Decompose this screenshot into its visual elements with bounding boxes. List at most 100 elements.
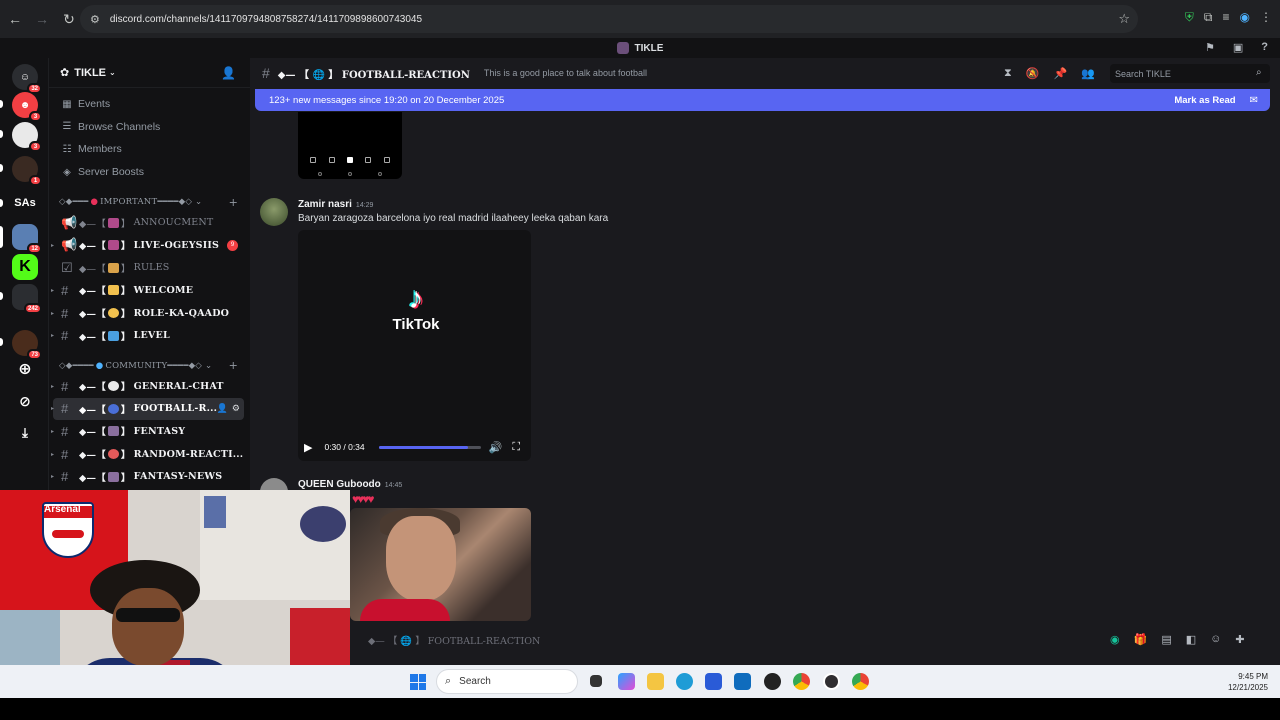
menu-members[interactable]: ☷ Members [49, 138, 250, 161]
author-name[interactable]: Zamir nasri [298, 199, 352, 210]
channel-random-reaction[interactable]: ▸ # ◆—【 】 RANDOM-REACTI... [51, 443, 244, 466]
apps-icon[interactable]: ✚ [1235, 633, 1244, 646]
menu-browse-channels[interactable]: ☰ Browse Channels [49, 116, 250, 139]
address-bar[interactable]: ⚙ discord.com/channels/14117097948087582… [80, 5, 1138, 33]
add-server-button[interactable]: ⊕ [12, 356, 38, 382]
avatar[interactable] [260, 198, 288, 226]
invite-icon[interactable]: 👤 [217, 403, 228, 414]
invite-people-icon[interactable]: 👤 [221, 66, 236, 80]
channel-suffix: 】 [120, 450, 131, 462]
channel-annoucment[interactable]: 📢 ◆—【 】 ANNOUCMENT [53, 211, 244, 234]
bookmark-star-icon[interactable]: ☆ [1118, 11, 1130, 27]
edge-icon[interactable] [676, 673, 693, 690]
sticker-icon[interactable]: ◧ [1186, 633, 1196, 646]
server-sas[interactable]: SAs [12, 190, 38, 216]
menu-server-boosts[interactable]: ◈ Server Boosts [49, 161, 250, 184]
volume-icon[interactable]: 🔊 [489, 441, 503, 454]
gear-icon[interactable]: ⚙ [232, 403, 240, 414]
menu-events[interactable]: ▦ Events [49, 93, 250, 116]
puzzle-extension-icon[interactable]: ⧉ [1204, 10, 1213, 25]
video-progress[interactable] [378, 445, 481, 449]
copilot-icon[interactable] [618, 673, 635, 690]
forward-icon[interactable]: → [30, 7, 54, 31]
unread-badge: 12 [27, 243, 42, 254]
image-attachment[interactable] [298, 112, 402, 179]
channel-live-ogeysiis[interactable]: ▸ 📢 ◆—【 】 LIVE-OGEYSIIS 9 [51, 234, 244, 257]
unread-indicator [0, 164, 3, 172]
channel-general-chat[interactable]: ▸ # ◆—【 】 GENERAL-CHAT [51, 375, 244, 398]
category-important[interactable]: ◇◆━━━ ● IMPORTANT ━━━━◆◇ ⌄ + [49, 193, 250, 211]
clock-time: 9:45 PM [1238, 672, 1268, 681]
mark-as-read-button[interactable]: Mark as Read [1174, 95, 1235, 106]
media-control-icon[interactable]: ≡ [1223, 10, 1230, 25]
obs-icon[interactable] [823, 673, 840, 690]
new-messages-banner[interactable]: 123+ new messages since 19:20 on 20 Dece… [255, 89, 1270, 111]
webcam-overlay: Arsenal [0, 490, 350, 687]
grammarly-icon[interactable]: ◉ [1110, 633, 1120, 646]
gif-icon[interactable]: ▤ [1161, 633, 1171, 646]
channel-football-reaction[interactable]: ▸ # ◆—【 】 FOOTBALL-R... 👤 ⚙ [51, 397, 244, 421]
pin-icon[interactable]: 📌 [1053, 67, 1067, 80]
back-icon[interactable]: ← [3, 7, 27, 31]
flag-icon[interactable]: ⚑ [1205, 41, 1215, 54]
chrome-profile-icon[interactable] [852, 673, 869, 690]
channel-rules[interactable]: ☑ ◆—【 】 RULES [53, 257, 244, 280]
help-icon[interactable]: ? [1261, 41, 1268, 54]
server-kick[interactable]: K [12, 254, 38, 280]
create-channel-icon[interactable]: + [229, 196, 238, 209]
server-avatar-3[interactable]: 73 [12, 330, 42, 360]
channel-title: ◆— 【 🌐 】 FOOTBALL-REACTION [277, 69, 470, 81]
message-author[interactable]: QUEEN Guboodo 14:45 [298, 479, 402, 490]
channel-fentasy[interactable]: ▸ # ◆—【 】 FENTASY [51, 420, 244, 443]
author-name[interactable]: QUEEN Guboodo [298, 479, 381, 490]
channel-fantasy-news[interactable]: ▸ # ◆—【 】 FANTASY-NEWS [51, 465, 244, 488]
channel-role-ka-qaado[interactable]: ▸ # ◆—【 】 ROLE-KA-QAADO [51, 302, 244, 325]
server-discord-red[interactable]: ☻ 3 [12, 92, 42, 122]
profile-icon[interactable]: ◉ [1240, 10, 1250, 25]
server-avatar-1[interactable]: 3 [12, 122, 42, 152]
members-icon: ☷ [62, 143, 72, 155]
file-explorer-icon[interactable] [647, 673, 664, 690]
unread-dot-icon: ▸ [51, 333, 55, 340]
chrome-dark-icon[interactable] [764, 673, 781, 690]
channel-level[interactable]: ▸ # ◆—【 】 LEVEL [51, 324, 244, 347]
channel-topic[interactable]: This is a good place to talk about footb… [484, 68, 647, 78]
threads-icon[interactable]: ⧗ [1004, 67, 1012, 80]
video-embed[interactable]: ♪ TikTok ▶ 0:30 / 0:34 🔊 ⛶ [298, 230, 531, 461]
notification-bell-muted-icon[interactable]: 🔕 [1026, 67, 1040, 80]
download-button[interactable]: ⤓ [12, 420, 38, 446]
direct-messages-button[interactable]: ☺ 32 [12, 64, 42, 94]
page-dots [318, 172, 382, 176]
store-icon[interactable] [705, 673, 722, 690]
tiktok-logo: ♪ TikTok [386, 282, 446, 333]
taskbar-left [0, 665, 350, 698]
reload-icon[interactable]: ↻ [57, 7, 81, 31]
discover-button[interactable]: ⊘ [12, 388, 38, 414]
browser-menu-icon[interactable]: ⋮ [1260, 10, 1272, 25]
site-info-icon[interactable]: ⚙ [90, 13, 100, 26]
channel-welcome[interactable]: ▸ # ◆—【 】 WELCOME [51, 279, 244, 302]
shield-extension-icon[interactable]: ⛨ [1185, 10, 1194, 25]
outlook-icon[interactable] [734, 673, 751, 690]
create-channel-icon[interactable]: + [229, 359, 238, 372]
chrome-icon[interactable] [793, 673, 810, 690]
category-community[interactable]: ◇◆━━━━ ● COMMUNITY ━━━━◆◇ ⌄ + [49, 357, 250, 375]
task-view-icon[interactable] [590, 675, 602, 687]
message-author[interactable]: Zamir nasri 14:29 [298, 199, 373, 210]
fullscreen-icon[interactable]: ⛶ [512, 441, 520, 454]
member-list-icon[interactable]: 👥 [1081, 67, 1095, 80]
screen-icon[interactable]: ▣ [1233, 41, 1243, 54]
gift-icon[interactable]: 🎁 [1134, 633, 1148, 646]
server-folder[interactable]: 242 [12, 284, 42, 314]
server-avatar-2[interactable]: 1 [12, 156, 42, 186]
taskbar-clock[interactable]: 9:45 PM 12/21/2025 [1228, 671, 1268, 693]
server-header[interactable]: ✿ TIKLE ⌄ 👤 [49, 58, 250, 88]
server-tikle[interactable]: 12 [12, 224, 42, 254]
emoji-icon[interactable]: ☺ [1210, 633, 1221, 646]
taskbar-search[interactable]: ⌕ Search [436, 669, 578, 694]
search-input[interactable] [1110, 64, 1270, 83]
play-icon[interactable]: ▶ [304, 441, 312, 454]
image-shirt [360, 599, 450, 621]
windows-start-icon[interactable] [410, 674, 426, 690]
image-attachment[interactable] [350, 508, 531, 621]
